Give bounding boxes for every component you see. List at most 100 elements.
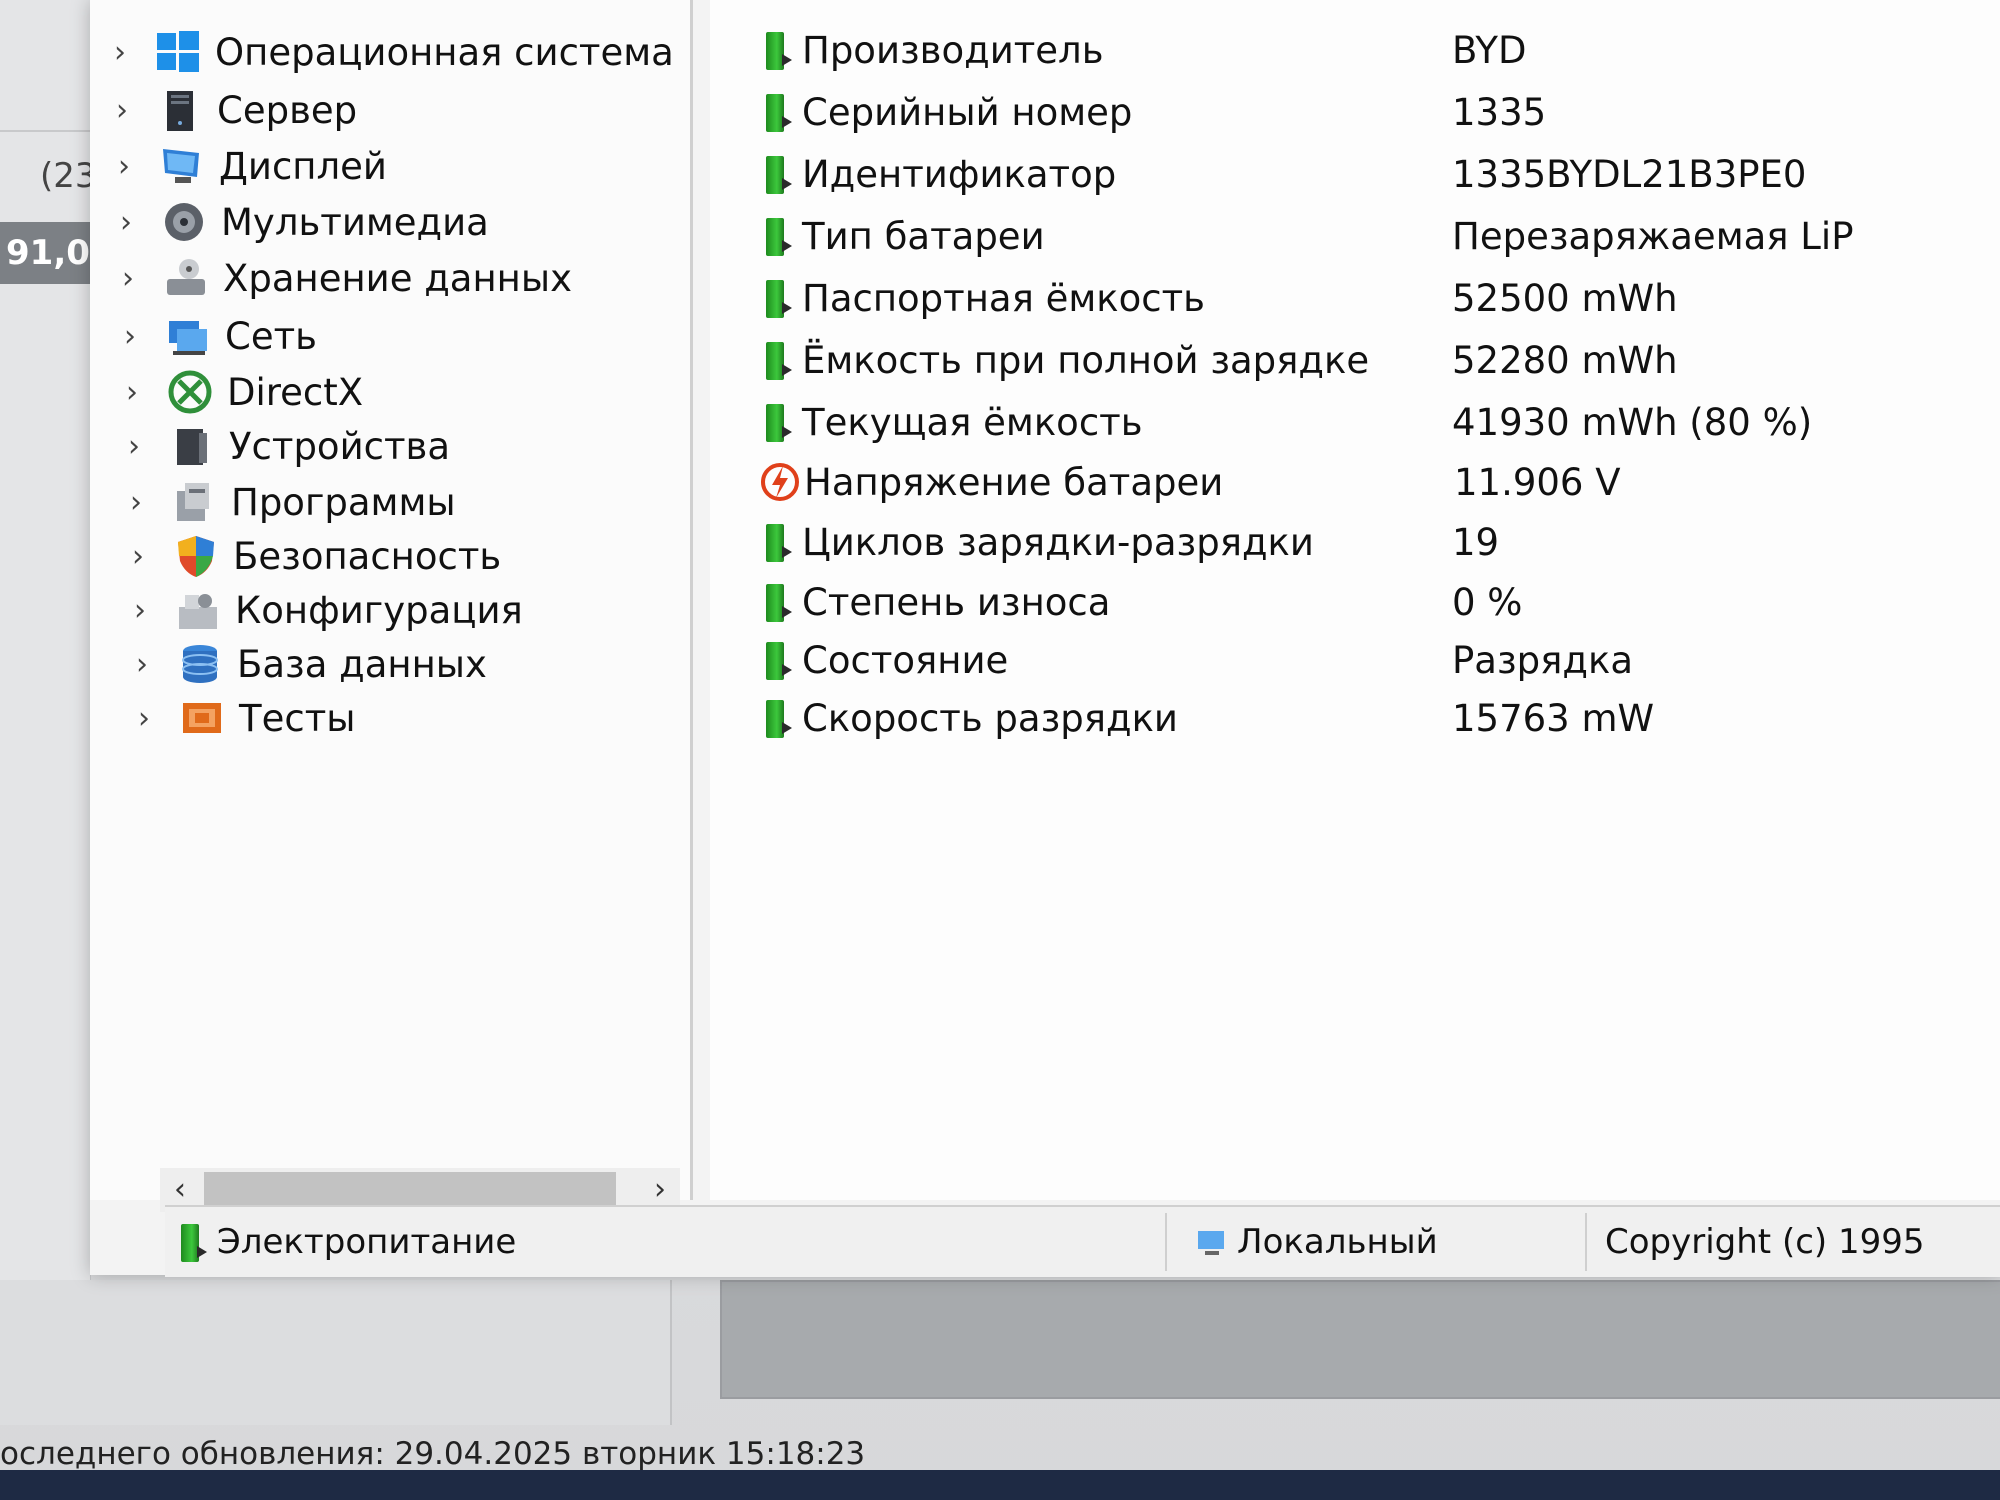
property-value: 1335	[1452, 90, 1547, 134]
status-section: Электропитание	[175, 1207, 516, 1277]
multimedia-icon	[161, 199, 207, 245]
battery-icon	[760, 338, 794, 382]
background-readout: (23	[40, 156, 97, 196]
tree-item-tests[interactable]: › Тесты	[129, 692, 355, 744]
tests-icon	[179, 695, 225, 741]
status-section-label: Электропитание	[217, 1222, 517, 1262]
chevron-right-icon[interactable]: ›	[109, 149, 139, 184]
property-value: 52500 mWh	[1452, 276, 1678, 320]
battery-icon	[760, 580, 794, 624]
property-label: Текущая ёмкость	[802, 400, 1143, 444]
property-value: 15763 mW	[1452, 696, 1655, 740]
local-computer-icon	[1195, 1225, 1229, 1259]
chevron-right-icon[interactable]: ›	[123, 539, 153, 574]
battery-icon	[760, 400, 794, 444]
property-label: Производитель	[802, 28, 1104, 72]
tree-item-security[interactable]: › Безопасность	[123, 530, 501, 582]
tree-item-label: Программы	[231, 480, 456, 524]
tree-item-label: Устройства	[229, 424, 450, 468]
chevron-right-icon[interactable]: ›	[119, 429, 149, 464]
property-value: 0 %	[1452, 580, 1523, 624]
navigation-tree: › Операционная система › Сервер › Диспле…	[90, 0, 693, 1212]
property-label: Напряжение батареи	[804, 460, 1224, 504]
chevron-right-icon[interactable]: ›	[121, 485, 151, 520]
tree-item-storage[interactable]: › Хранение данных	[113, 252, 572, 304]
chevron-right-icon[interactable]: ›	[129, 701, 159, 736]
property-row-full-charge-capacity[interactable]: Ёмкость при полной зарядке 52280 mWh	[760, 332, 2000, 388]
configuration-icon	[175, 587, 221, 633]
chevron-right-icon[interactable]: ›	[117, 375, 147, 410]
windows-icon	[155, 29, 201, 75]
property-label: Ёмкость при полной зарядке	[802, 338, 1370, 382]
property-row-battery-type[interactable]: Тип батареи Перезаряжаемая LiP	[760, 208, 2000, 264]
property-row-serial-number[interactable]: Серийный номер 1335	[760, 84, 2000, 140]
tree-item-label: Мультимедиа	[221, 200, 489, 244]
property-value: 52280 mWh	[1452, 338, 1678, 382]
tree-item-configuration[interactable]: › Конфигурация	[125, 584, 523, 636]
status-mode: Локальный	[1195, 1207, 1438, 1277]
background-gray-panel	[720, 1280, 2000, 1399]
property-label: Циклов зарядки-разрядки	[802, 520, 1314, 564]
tree-item-database[interactable]: › База данных	[127, 638, 487, 690]
tree-item-label: Безопасность	[233, 534, 502, 578]
battery-icon	[760, 214, 794, 258]
property-label: Серийный номер	[802, 90, 1133, 134]
property-label: Паспортная ёмкость	[802, 276, 1205, 320]
tree-item-label: DirectX	[227, 370, 364, 414]
last-update-status: оследнего обновления: 29.04.2025 вторник…	[0, 1436, 866, 1472]
tree-item-label: Операционная система	[215, 30, 674, 74]
property-row-charge-cycles[interactable]: Циклов зарядки-разрядки 19	[760, 514, 2000, 570]
background-highlight-readout: 91,0	[0, 222, 90, 284]
property-row-identifier[interactable]: Идентификатор 1335BYDL21B3PE0	[760, 146, 2000, 202]
tree-item-multimedia[interactable]: › Мультимедиа	[111, 196, 489, 248]
tree-item-devices[interactable]: › Устройства	[119, 420, 450, 472]
tree-item-display[interactable]: › Дисплей	[109, 140, 387, 192]
property-value: Перезаряжаемая LiP	[1452, 214, 1854, 258]
display-icon	[159, 143, 205, 189]
property-row-current-capacity[interactable]: Текущая ёмкость 41930 mWh (80 %)	[760, 394, 2000, 450]
property-row-discharge-rate[interactable]: Скорость разрядки 15763 mW	[760, 690, 2000, 746]
directx-icon	[167, 369, 213, 415]
server-icon	[157, 87, 203, 133]
tree-item-label: Дисплей	[219, 144, 387, 188]
chevron-right-icon[interactable]: ›	[113, 261, 143, 296]
property-label: Идентификатор	[802, 152, 1117, 196]
security-shield-icon	[173, 533, 219, 579]
programs-icon	[171, 479, 217, 525]
tree-item-network[interactable]: › Сеть	[115, 310, 317, 362]
chevron-right-icon[interactable]: ›	[125, 593, 155, 628]
chevron-right-icon[interactable]: ›	[127, 647, 157, 682]
property-row-state[interactable]: Состояние Разрядка	[760, 632, 2000, 688]
background-divider	[0, 130, 90, 132]
voltage-bolt-icon	[760, 460, 800, 504]
battery-icon	[760, 90, 794, 134]
property-value: 1335BYDL21B3PE0	[1452, 152, 1807, 196]
tree-item-programs[interactable]: › Программы	[121, 476, 456, 528]
tree-item-operating-system[interactable]: › Операционная система	[105, 26, 674, 78]
property-row-design-capacity[interactable]: Паспортная ёмкость 52500 mWh	[760, 270, 2000, 326]
tree-item-label: Сервер	[217, 88, 358, 132]
battery-icon	[760, 696, 794, 740]
property-value: 19	[1452, 520, 1500, 564]
tree-item-directx[interactable]: › DirectX	[117, 366, 363, 418]
property-label: Тип батареи	[802, 214, 1045, 258]
chevron-right-icon[interactable]: ›	[107, 93, 137, 128]
property-row-manufacturer[interactable]: Производитель BYD	[760, 22, 2000, 78]
status-copyright: Copyright (c) 1995	[1605, 1207, 1925, 1277]
app-window: › Операционная система › Сервер › Диспле…	[90, 0, 2000, 1277]
tree-item-label: Хранение данных	[223, 256, 572, 300]
copyright-text: Copyright (c) 1995	[1605, 1222, 1925, 1262]
battery-icon	[760, 638, 794, 682]
property-row-battery-voltage[interactable]: Напряжение батареи 11.906 V	[760, 454, 2000, 510]
tree-item-label: База данных	[237, 642, 487, 686]
property-row-wear-level[interactable]: Степень износа 0 %	[760, 574, 2000, 630]
network-icon	[165, 313, 211, 359]
scrollbar-thumb[interactable]	[204, 1172, 616, 1208]
tree-item-server[interactable]: › Сервер	[107, 84, 357, 136]
battery-icon	[175, 1220, 209, 1264]
chevron-right-icon[interactable]: ›	[111, 205, 141, 240]
status-bar: Электропитание Локальный Copyright (c) 1…	[165, 1205, 2000, 1277]
chevron-right-icon[interactable]: ›	[115, 319, 145, 354]
chevron-right-icon[interactable]: ›	[105, 35, 135, 70]
battery-details-pane: Производитель BYD Серийный номер 1335 Ид…	[710, 0, 2000, 1200]
